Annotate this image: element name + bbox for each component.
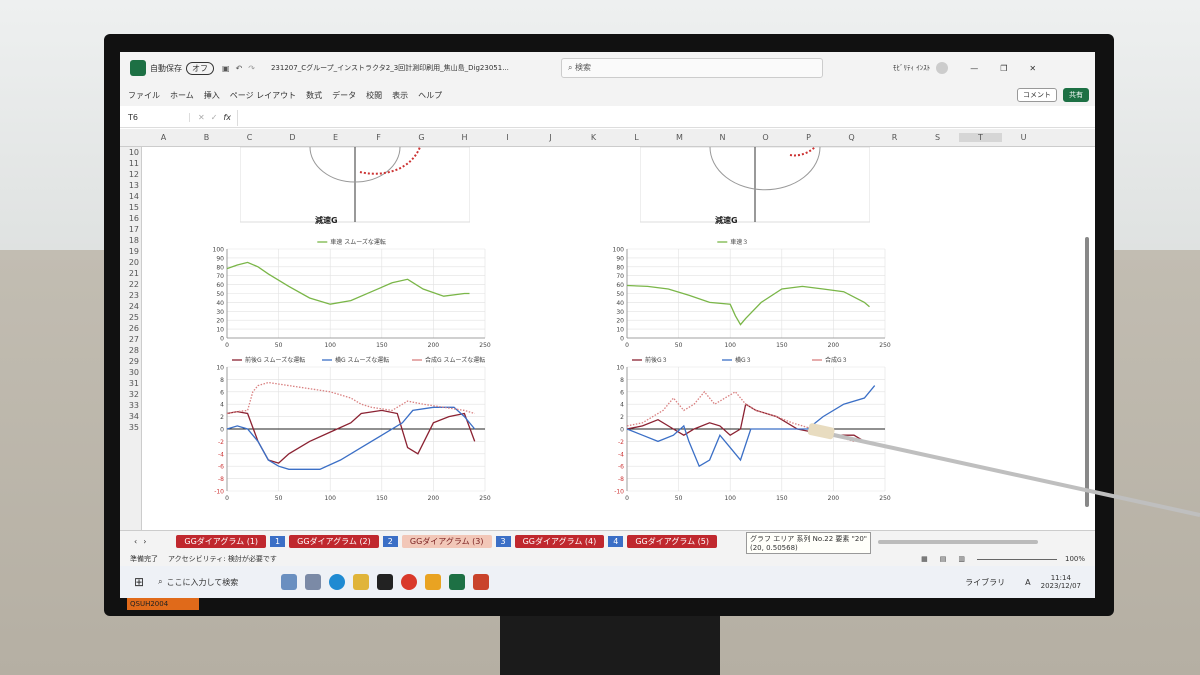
- pointer-stick: [807, 423, 1200, 517]
- pointer-shaft: [819, 430, 1200, 517]
- pointer-tip: [807, 423, 835, 440]
